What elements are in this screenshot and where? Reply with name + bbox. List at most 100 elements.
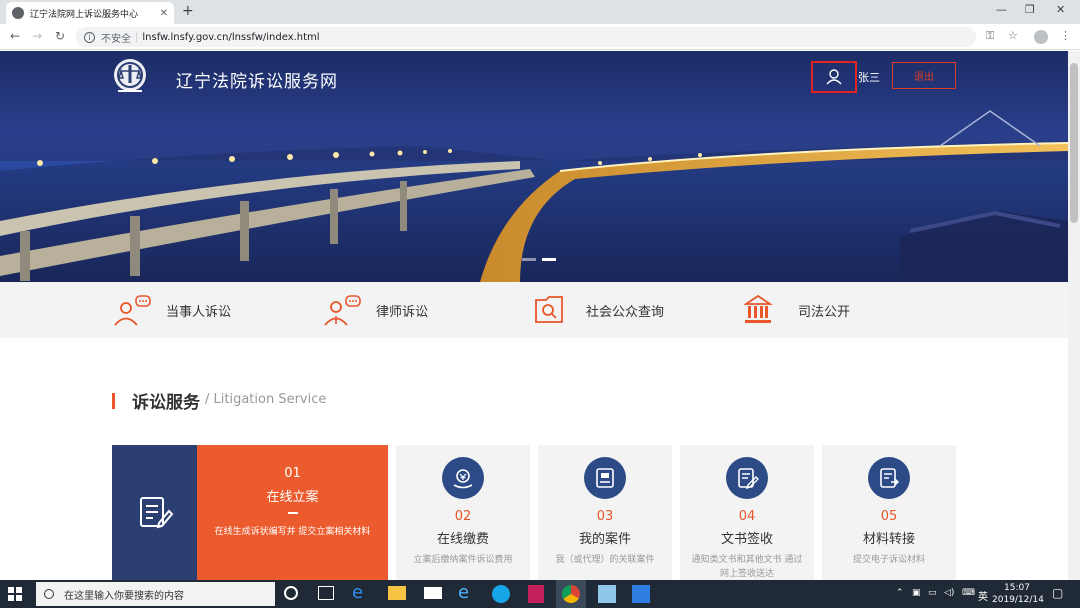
file-explorer-icon[interactable] bbox=[388, 586, 406, 600]
service-card-my-cases[interactable]: 03 我的案件 我（或代理）的关联案件 bbox=[538, 445, 672, 580]
battery-icon[interactable]: ▭ bbox=[928, 588, 937, 598]
new-tab-icon[interactable]: + bbox=[182, 3, 194, 19]
lawyer-icon bbox=[324, 295, 361, 326]
ie-icon[interactable]: e bbox=[458, 582, 478, 603]
carousel-dot[interactable] bbox=[522, 258, 536, 261]
category-label: 社会公众查询 bbox=[586, 304, 665, 320]
clock-time: 15:07 bbox=[1004, 583, 1030, 593]
menu-icon[interactable]: ⋮ bbox=[1060, 29, 1071, 42]
minimize-icon[interactable]: — bbox=[996, 3, 1007, 16]
tab-title: 辽宁法院网上诉讼服务中心 bbox=[30, 9, 139, 20]
service-desc: 在线生成诉状编写并 提交立案相关材料 bbox=[214, 527, 371, 537]
divider bbox=[287, 512, 298, 514]
litigant-icon bbox=[114, 295, 151, 326]
maximize-icon[interactable]: ❐ bbox=[1025, 3, 1035, 16]
mail-icon[interactable] bbox=[424, 587, 442, 599]
case-folder-icon bbox=[584, 457, 626, 499]
service-card-document-receipt[interactable]: 04 文书签收 通知类文书和其他文书 通过网上签收送达 bbox=[680, 445, 814, 580]
carousel-indicators bbox=[522, 258, 556, 261]
search-icon bbox=[44, 589, 54, 599]
tab-strip: 辽宁法院网上诉讼服务中心 ✕ + — ❐ ✕ bbox=[0, 0, 1080, 24]
category-label: 律师诉讼 bbox=[376, 304, 429, 320]
back-icon[interactable]: ← bbox=[10, 29, 20, 43]
category-litigant[interactable]: 当事人诉讼 bbox=[112, 294, 231, 326]
notification-icon[interactable]: ▢ bbox=[1052, 586, 1063, 600]
category-nav: 当事人诉讼 律师诉讼 社会公众查询 司法公开 bbox=[0, 282, 1068, 338]
service-number: 05 bbox=[880, 509, 898, 524]
section-marker bbox=[112, 393, 115, 409]
service-number: 04 bbox=[738, 509, 756, 524]
close-window-icon[interactable]: ✕ bbox=[1056, 3, 1065, 16]
search-placeholder: 在这里输入你要搜索的内容 bbox=[64, 590, 184, 602]
network-icon[interactable]: ⌨ bbox=[962, 588, 975, 598]
site-title[interactable]: 辽宁法院诉讼服务网 bbox=[176, 67, 338, 92]
judicial-open-icon bbox=[744, 294, 773, 323]
featured-card-icon-panel[interactable] bbox=[112, 445, 197, 580]
info-icon[interactable]: i bbox=[84, 31, 95, 43]
edit-document-icon bbox=[139, 496, 173, 528]
address-url: lnsfw.lnsfy.gov.cn/lnssfw/index.html bbox=[142, 31, 320, 43]
clock-date: 2019/12/14 bbox=[992, 595, 1044, 605]
service-title: 在线立案 bbox=[266, 490, 319, 505]
volume-icon[interactable]: ◁) bbox=[944, 588, 954, 598]
page-scrollbar[interactable] bbox=[1068, 51, 1080, 580]
service-desc: 立案后缴纳案件诉讼费用 bbox=[413, 555, 513, 565]
category-lawyer[interactable]: 律师诉讼 bbox=[322, 294, 428, 326]
service-title: 我的案件 bbox=[578, 532, 631, 547]
system-clock[interactable]: 15:07 2019/12/14 bbox=[992, 582, 1044, 606]
logout-button[interactable]: 退出 bbox=[892, 62, 956, 89]
service-number: 03 bbox=[596, 509, 614, 524]
tray-app-icon[interactable]: ▣ bbox=[912, 588, 921, 598]
task-view-icon[interactable] bbox=[318, 586, 334, 600]
public-query-icon bbox=[535, 296, 563, 323]
hero-banner: 辽宁法院诉讼服务网 张三 退出 bbox=[0, 51, 1068, 282]
forward-icon[interactable]: → bbox=[32, 29, 42, 43]
username-label[interactable]: 张三 bbox=[858, 69, 880, 85]
reload-icon[interactable]: ↻ bbox=[55, 29, 65, 43]
service-number: 01 bbox=[284, 466, 301, 481]
address-bar[interactable]: i 不安全 | lnsfw.lnsfy.gov.cn/lnssfw/index.… bbox=[76, 27, 976, 47]
service-title: 材料转接 bbox=[862, 532, 915, 547]
input-language[interactable]: 英 bbox=[978, 588, 988, 603]
cortana-icon[interactable] bbox=[284, 586, 298, 600]
star-icon[interactable]: ☆ bbox=[1008, 29, 1018, 42]
browser-app-icon[interactable] bbox=[492, 585, 510, 603]
carousel-dot-active[interactable] bbox=[542, 258, 556, 261]
service-card-material-transfer[interactable]: 05 材料转接 提交电子诉讼材料 bbox=[822, 445, 956, 580]
scrollbar-thumb[interactable] bbox=[1070, 63, 1078, 223]
service-card-online-filing[interactable]: 01 在线立案 在线生成诉状编写并 提交立案相关材料 bbox=[197, 445, 388, 580]
key-icon[interactable]: ⚿ bbox=[986, 29, 994, 43]
close-tab-icon[interactable]: ✕ bbox=[160, 8, 168, 19]
category-label: 司法公开 bbox=[798, 304, 851, 320]
browser-tab[interactable]: 辽宁法院网上诉讼服务中心 ✕ bbox=[6, 2, 174, 24]
payment-icon bbox=[442, 457, 484, 499]
service-title: 在线缴费 bbox=[436, 532, 489, 547]
media-app-icon[interactable] bbox=[528, 585, 544, 603]
tray-expand-icon[interactable]: ⌃ bbox=[896, 588, 904, 598]
globe-icon bbox=[12, 7, 24, 19]
service-card-online-payment[interactable]: 02 在线缴费 立案后缴纳案件诉讼费用 bbox=[396, 445, 530, 580]
category-label: 当事人诉讼 bbox=[166, 304, 232, 320]
document-sign-icon bbox=[726, 457, 768, 499]
chrome-icon bbox=[562, 585, 580, 603]
user-profile-button[interactable] bbox=[811, 61, 857, 93]
court-emblem-logo[interactable] bbox=[112, 57, 148, 97]
section-title: 诉讼服务 bbox=[132, 393, 200, 413]
service-desc: 提交电子诉讼材料 bbox=[852, 555, 925, 565]
service-number: 02 bbox=[454, 509, 472, 524]
insecure-label: 不安全 bbox=[101, 33, 131, 45]
service-desc: 我（或代理）的关联案件 bbox=[555, 555, 655, 565]
profile-avatar[interactable] bbox=[1034, 30, 1048, 44]
material-transfer-icon bbox=[868, 457, 910, 499]
category-public-query[interactable]: 社会公众查询 bbox=[532, 294, 664, 326]
edge-icon[interactable]: e bbox=[352, 582, 372, 603]
windows-start-icon[interactable] bbox=[8, 587, 22, 601]
section-subtitle: / Litigation Service bbox=[205, 392, 327, 407]
taskbar-search-box[interactable]: 在这里输入你要搜索的内容 bbox=[36, 582, 275, 606]
address-bar-row: ← → ↻ i 不安全 | lnsfw.lnsfy.gov.cn/lnssfw/… bbox=[0, 24, 1080, 50]
wps-icon[interactable] bbox=[632, 585, 650, 603]
category-judicial-open[interactable]: 司法公开 bbox=[744, 294, 850, 326]
notepad-icon[interactable] bbox=[598, 585, 616, 603]
windows-taskbar: 在这里输入你要搜索的内容 e e ⌃ ▣ ▭ ◁) ⌨ 英 15:07 2019… bbox=[0, 580, 1080, 608]
service-desc: 通知类文书和其他文书 通过网上签收送达 bbox=[691, 555, 803, 579]
